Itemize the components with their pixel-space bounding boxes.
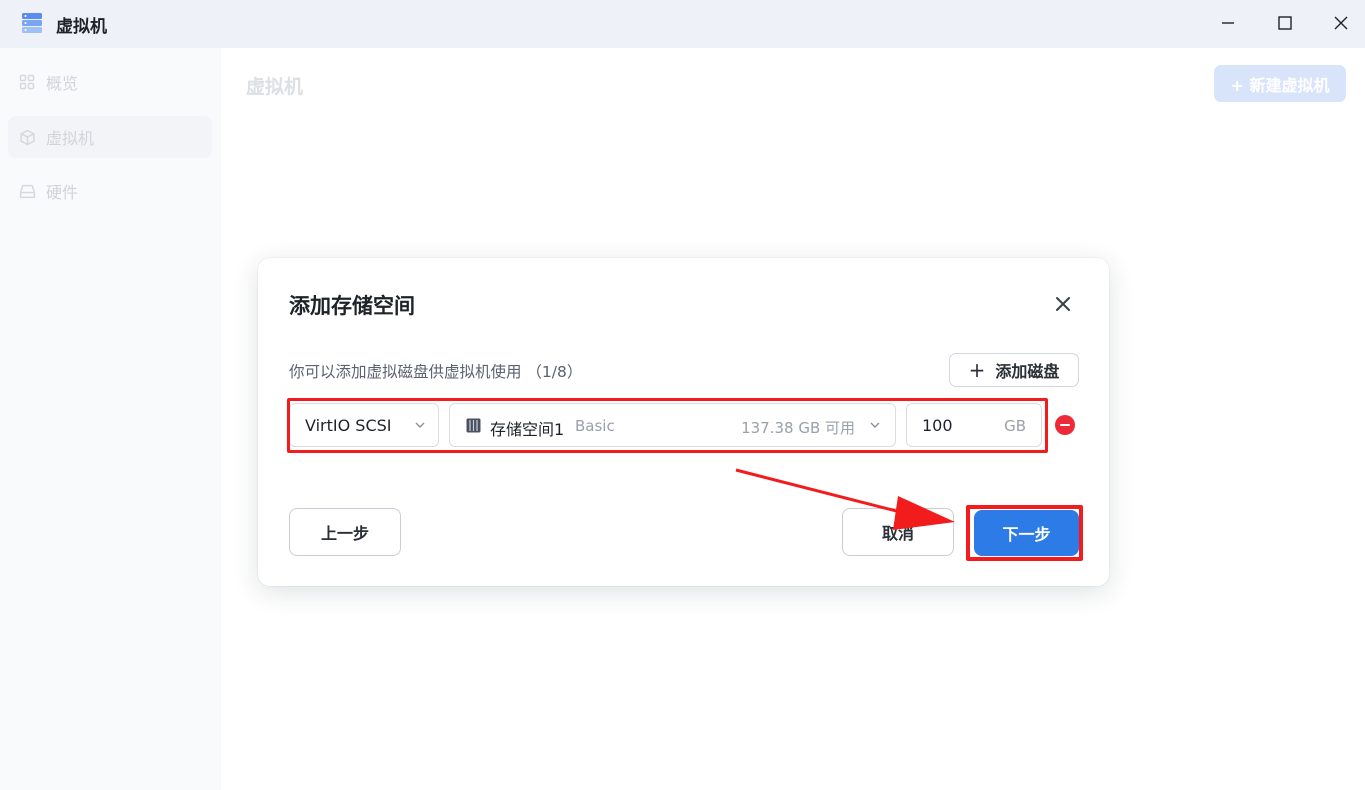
app-title: 虚拟机 <box>56 17 107 37</box>
minimize-icon <box>1222 22 1234 24</box>
add-disk-button[interactable]: + 添加磁盘 <box>949 353 1079 387</box>
disk-row-highlight <box>287 398 1048 453</box>
next-button-highlight <box>966 505 1083 561</box>
dialog-close-button[interactable] <box>1053 294 1073 314</box>
minimize-button[interactable] <box>1216 11 1240 35</box>
plus-icon: + <box>968 358 986 382</box>
maximize-icon <box>1278 16 1292 30</box>
remove-disk-button[interactable] <box>1055 415 1075 435</box>
close-icon <box>1056 297 1070 311</box>
title-bar: 虚拟机 <box>0 0 1365 48</box>
server-icon <box>22 13 42 33</box>
close-icon <box>1334 16 1348 30</box>
window-close-button[interactable] <box>1329 11 1353 35</box>
dialog-title: 添加存储空间 <box>289 294 415 318</box>
maximize-button[interactable] <box>1273 11 1297 35</box>
prev-step-button[interactable]: 上一步 <box>289 508 401 556</box>
cancel-button[interactable]: 取消 <box>842 508 954 556</box>
add-disk-label: 添加磁盘 <box>995 362 1060 381</box>
dialog-description: 你可以添加虚拟磁盘供虚拟机使用 （1/8） <box>289 363 583 381</box>
